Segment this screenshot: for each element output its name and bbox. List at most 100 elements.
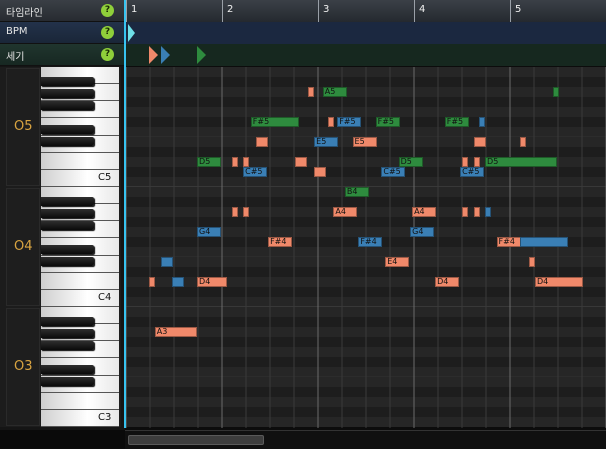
help-icon[interactable]: ? [101,26,114,39]
note-block[interactable]: C#5 [243,167,268,177]
note-block[interactable]: F#5 [337,117,362,127]
bar-number: 5 [515,4,522,15]
note-block[interactable] [473,157,480,167]
timeline-ruler[interactable]: 1 2 3 4 5 [125,0,606,22]
note-block[interactable]: A3 [154,327,197,337]
track-header-bpm[interactable]: BPM ? [0,22,125,44]
piano-keyboard: O5 C5 O4 C4 O3 C3 [0,67,121,427]
piano-white-key[interactable] [41,152,119,170]
piano-black-key[interactable] [41,101,94,110]
piano-black-key[interactable] [41,221,94,230]
velocity-marker[interactable] [160,46,170,64]
note-block[interactable]: D4 [435,277,460,287]
corner-spacer [0,430,125,448]
piano-black-key[interactable] [41,377,94,386]
note-block[interactable]: F#4 [268,237,293,247]
note-block[interactable] [479,117,486,127]
bar-number: 1 [131,4,138,15]
note-block[interactable] [172,277,185,287]
note-block[interactable] [462,157,468,167]
note-block[interactable] [462,207,468,217]
note-block[interactable] [473,137,486,147]
note-block[interactable]: G4 [410,227,435,237]
note-block[interactable] [255,137,268,147]
bar-tick [414,0,415,22]
note-block[interactable]: F#4 [358,237,383,247]
bar-tick [318,0,319,22]
note-block[interactable]: A5 [322,87,347,97]
note-block[interactable]: E5 [314,137,339,147]
note-block[interactable] [294,157,307,167]
note-block[interactable]: D4 [534,277,583,287]
help-icon[interactable]: ? [101,48,114,61]
piano-black-key[interactable] [41,245,94,254]
note-block[interactable] [231,207,238,217]
note-block[interactable]: D5 [398,157,423,167]
note-block[interactable] [231,157,238,167]
bar-number: 4 [419,4,426,15]
piano-black-key[interactable] [41,137,94,146]
piano-black-key[interactable] [41,197,94,206]
piano-black-key[interactable] [41,257,94,266]
octave-label: O5 [14,119,33,134]
note-block[interactable]: G4 [197,227,222,237]
note-block[interactable]: D5 [197,157,222,167]
piano-roll-grid[interactable]: A5 F#5 F#5 F#5 F#5 E5 E5 D5 D5 D5 C#5 C#5 C#5 B4 A4 A4 G… [125,67,606,428]
piano-black-key[interactable] [41,89,94,98]
horizontal-scrollbar[interactable] [125,430,606,449]
note-block[interactable]: E5 [352,137,377,147]
bar-tick [222,0,223,22]
help-icon[interactable]: ? [101,4,114,17]
note-block[interactable] [243,157,250,167]
velocity-marker[interactable] [197,46,207,64]
velocity-marker[interactable] [149,46,159,64]
note-block[interactable]: C#5 [381,167,406,177]
note-block[interactable]: B4 [344,187,369,197]
note-block[interactable]: A4 [412,207,437,217]
piano-black-key[interactable] [41,125,94,134]
scrollbar-thumb[interactable] [128,435,264,445]
note-block[interactable]: D4 [197,277,228,287]
note-block[interactable]: A4 [333,207,358,217]
piano-black-key[interactable] [41,209,94,218]
note-block[interactable] [243,207,250,217]
piano-white-key[interactable] [41,392,119,410]
piano-black-key[interactable] [41,77,94,86]
note-block[interactable] [519,237,568,247]
note-block[interactable]: F#5 [375,117,400,127]
note-block[interactable]: F#4 [496,237,521,247]
bar-tick [510,0,511,22]
track-header-velocity[interactable]: 세기 ? [0,44,125,66]
note-block[interactable]: E4 [385,257,410,267]
piano-black-key[interactable] [41,329,94,338]
piano-black-key[interactable] [41,341,94,350]
note-block[interactable] [553,87,560,97]
note-block[interactable] [485,207,492,217]
bpm-lane[interactable] [125,22,606,44]
velocity-label: 세기 [6,52,25,63]
track-header-timeline[interactable]: 타임라인 ? [0,0,125,22]
bpm-marker[interactable] [127,24,135,42]
piano-black-key[interactable] [41,365,94,374]
note-block[interactable]: C#5 [460,167,485,177]
note-block[interactable]: F#5 [444,117,469,127]
note-block[interactable] [160,257,173,267]
note-block[interactable] [529,257,536,267]
piano-black-key[interactable] [41,317,94,326]
note-block[interactable] [314,167,327,177]
note-block[interactable] [519,137,526,147]
note-block[interactable] [308,87,315,97]
velocity-lane[interactable] [125,44,606,66]
note-block[interactable] [327,117,334,127]
piano-white-key[interactable] [41,272,119,290]
note-block[interactable]: D5 [485,157,558,167]
playhead[interactable] [124,0,126,428]
timeline-label: 타임라인 [6,8,43,19]
octave-label: O3 [14,359,33,374]
note-block[interactable] [473,207,480,217]
note-block[interactable]: F#5 [250,117,299,127]
bar-number: 3 [323,4,330,15]
octave-label: O4 [14,239,33,254]
note-block[interactable] [149,277,156,287]
c-key-label: C5 [98,172,112,183]
